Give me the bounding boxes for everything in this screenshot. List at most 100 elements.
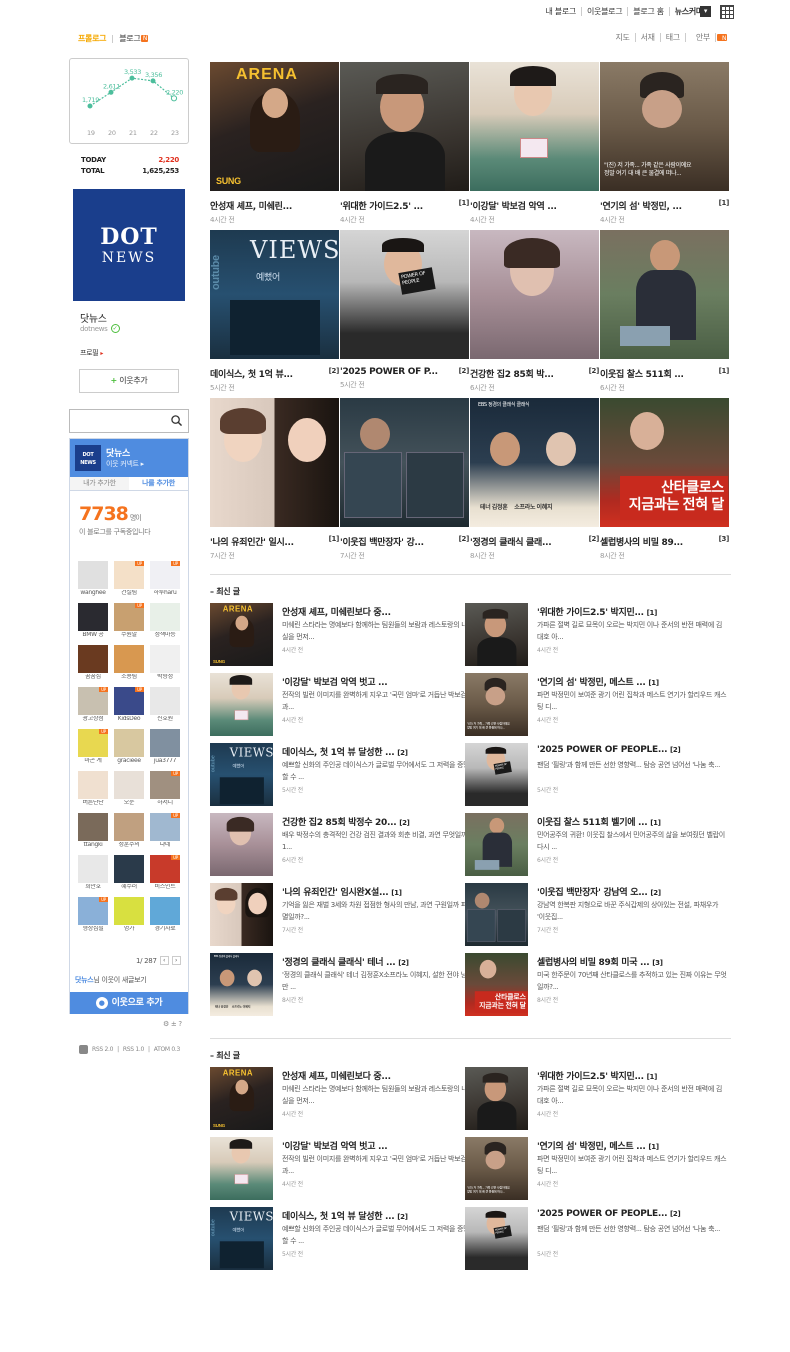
post-title[interactable]: 셀럽병사의 비밀 89... [3]	[600, 535, 729, 548]
post-thumbnail[interactable]: POWER OF PEOPLE	[465, 743, 528, 806]
post-thumbnail[interactable]	[465, 603, 528, 666]
neighbor-avatar[interactable]: 희만호	[78, 855, 108, 890]
post-thumbnail[interactable]: "(진) 저 가족... 가족 같은 사람이에요 정말 여기 대 배 큰 물결에 …	[600, 62, 729, 191]
post-thumbnail[interactable]: 산타클로스 지금과는 전혀 달	[600, 398, 729, 527]
list-post-item[interactable]: 산타클로스 지금과는 전혀 달 셀럽병사의 비밀 89회 미국 ... [3] 미국 …	[465, 953, 727, 1017]
post-thumbnail[interactable]: "(진) 저 가족... 가족 같은 사람이에요 정말 여기 대 배 큰 물결에 …	[465, 1137, 528, 1200]
list-post-item[interactable]: "(진) 저 가족... 가족 같은 사람이에요 정말 여기 대 배 큰 물결에 …	[465, 1137, 727, 1201]
list-post-item[interactable]: POWER OF PEOPLE '2025 POWER OF PEOPLE... …	[465, 1207, 727, 1271]
list-post-item[interactable]: "(진) 저 가족... 가족 같은 사람이에요 정말 여기 대 배 큰 물결에 …	[465, 673, 727, 737]
neighbor-avatar[interactable]: 성훈주의	[114, 813, 144, 848]
neighbor-avatar[interactable]: 명가	[114, 897, 144, 932]
search-input[interactable]	[69, 409, 189, 433]
post-title[interactable]: '연기의 섬' 박정민, 메스트 ... [1]	[537, 1139, 727, 1152]
add-as-neighbor-button[interactable]: ● 이웃으로 추가	[70, 992, 188, 1014]
neighbor-avatar[interactable]: UP 마곤 계	[78, 729, 108, 764]
prev-page-icon[interactable]: ‹	[159, 956, 169, 965]
post-thumbnail[interactable]	[470, 62, 599, 191]
nav-guestbook[interactable]: 안부 N	[686, 33, 732, 42]
post-title[interactable]: '이강달' 박보검 악역 ...	[470, 199, 599, 212]
rss2-link[interactable]: RSS 2.0	[92, 1046, 113, 1053]
post-title[interactable]: 건강한 집2 85회 박... [2]	[470, 367, 599, 380]
blog-home-link[interactable]: 블로그 홈	[628, 7, 670, 16]
post-title[interactable]: '2025 POWER OF P... [2]	[340, 367, 469, 377]
neighbor-avatar[interactable]: UP 비즈인트	[150, 855, 180, 890]
post-title[interactable]: 안성재 셰프, 미쉐린보다 중...	[282, 1069, 472, 1082]
post-thumbnail[interactable]	[340, 398, 469, 527]
post-title[interactable]: '이웃집 백만장자' 강... [2]	[340, 535, 469, 548]
grid-post-card[interactable]: '이강달' 박보검 악역 ... 4시간 전	[470, 62, 599, 225]
neighbor-invite[interactable]: 닷뉴스님 이웃이 새글보기	[75, 975, 147, 985]
post-title[interactable]: 안성재 셰프, 미쉐린...	[210, 199, 339, 212]
post-thumbnail[interactable]	[210, 813, 273, 876]
neighbor-avatar[interactable]: 정책마등	[150, 603, 180, 638]
list-post-item[interactable]: VIEWS outube 예뻤어 데이식스, 첫 1억 뷰 달성한 ... [2] 예쁘…	[210, 743, 472, 807]
list-post-item[interactable]: POWER OF PEOPLE '2025 POWER OF PEOPLE... …	[465, 743, 727, 807]
neighbor-avatar[interactable]: 꿈꿈집	[78, 645, 108, 680]
post-thumbnail[interactable]: "(진) 저 가족... 가족 같은 사람이에요 정말 여기 대 배 큰 물결에 …	[465, 673, 528, 736]
post-title[interactable]: '나의 유죄인간' 임시완X설... [1]	[282, 885, 472, 898]
post-title[interactable]: '이강달' 박보검 악역 벗고 ...	[282, 675, 472, 688]
post-thumbnail[interactable]	[340, 62, 469, 191]
nav-library[interactable]: 서재	[636, 33, 661, 42]
add-neighbor-button[interactable]: + 이웃추가	[79, 369, 179, 393]
neighbor-blog-link[interactable]: 이웃블로그	[582, 7, 629, 16]
neighbor-avatar[interactable]: UP 수원발	[114, 603, 144, 638]
neighbor-avatar[interactable]: UP 하서니	[150, 771, 180, 806]
neighbor-avatar[interactable]: ttangki	[78, 813, 108, 848]
list-post-item[interactable]: ARENA SUNG 안성재 셰프, 미쉐린보다 중... 미쉐린 스타라는 명예보…	[210, 1067, 472, 1131]
post-title[interactable]: '정경의 클래식 클래식' 테너 ... [2]	[282, 955, 472, 968]
post-thumbnail[interactable]	[465, 813, 528, 876]
grid-post-card[interactable]: "(진) 저 가족... 가족 같은 사람이에요 정말 여기 대 배 큰 물결에 …	[600, 62, 729, 225]
post-title[interactable]: '위대한 가이드2.5' 박지민... [1]	[537, 605, 727, 618]
post-title[interactable]: '연기의 섬' 박정민, ... [1]	[600, 199, 729, 212]
list-post-item[interactable]: '이강달' 박보검 악역 벗고 ... 전작의 빌런 이미지를 완벽하게 지우고…	[210, 673, 472, 737]
post-thumbnail[interactable]: 산타클로스 지금과는 전혀 달	[465, 953, 528, 1016]
post-title[interactable]: 데이식스, 첫 1억 뷰... [2]	[210, 367, 339, 380]
neighbor-avatar[interactable]: 오운	[114, 771, 144, 806]
post-thumbnail[interactable]	[210, 398, 339, 527]
list-post-item[interactable]: 이웃집 찰스 511회 벨기에 ... [1] 민어공주의 귀환! 이웃집 찰스에…	[465, 813, 727, 877]
grid-post-card[interactable]: VIEWS outube 예뻤어 데이식스, 첫 1억 뷰... [2] 5시간 전	[210, 230, 339, 393]
post-thumbnail[interactable]: POWER OF PEOPLE	[465, 1207, 528, 1270]
post-thumbnail[interactable]	[210, 673, 273, 736]
post-thumbnail[interactable]: ARENA SUNG	[210, 603, 273, 666]
grid-post-card[interactable]: POWER OF PEOPLE '2025 POWER OF P... [2] 5시간…	[340, 230, 469, 390]
post-thumbnail[interactable]	[465, 1067, 528, 1130]
post-thumbnail[interactable]: EBS 정경의 클래식 클래식 테너 김정훈 소프라노 이혜지	[210, 953, 273, 1016]
list-post-item[interactable]: '위대한 가이드2.5' 박지민... [1] 가파른 절벽 길로 묘목이 오르는…	[465, 603, 727, 667]
post-title[interactable]: '2025 POWER OF PEOPLE... [2]	[537, 745, 727, 755]
tab-blog[interactable]: 블로그 N	[119, 33, 149, 44]
post-title[interactable]: '2025 POWER OF PEOPLE... [2]	[537, 1209, 727, 1219]
profile-logo[interactable]: DOT NEWS	[73, 189, 185, 301]
neighbor-avatar[interactable]: BMW 공	[78, 603, 108, 638]
nav-map[interactable]: 지도	[611, 33, 636, 42]
grid-post-card[interactable]: '나의 유죄인간' 일시... [1] 7시간 전	[210, 398, 339, 561]
neighbor-avatar[interactable]: 신호원	[150, 687, 180, 722]
grid-post-card[interactable]: '위대한 가이드2.5' ... [1] 4시간 전	[340, 62, 469, 225]
neighbor-avatar[interactable]: 경기자료	[150, 897, 180, 932]
post-thumbnail[interactable]: POWER OF PEOPLE	[340, 230, 469, 359]
grid-post-card[interactable]: ARENA SUNG 안성재 셰프, 미쉐린... 4시간 전	[210, 62, 339, 225]
rss1-link[interactable]: RSS 1.0	[123, 1046, 144, 1053]
post-title[interactable]: 건강한 집2 85회 박정수 20... [2]	[282, 815, 472, 828]
post-title[interactable]: '이웃집 백만장자' 강남역 오... [2]	[537, 885, 727, 898]
my-blog-link[interactable]: 내 블로그	[540, 7, 582, 16]
list-post-item[interactable]: '이웃집 백만장자' 강남역 오... [2] 강남역 한복판 지형으로 바꾼 주…	[465, 883, 727, 947]
neighbor-avatar[interactable]: 버튼단단	[78, 771, 108, 806]
grid-post-card[interactable]: EBS 정경의 클래식 클래식 테너 김정훈 소프라노 이혜지 '정경의 클래식 클…	[470, 398, 599, 561]
apps-grid-icon[interactable]	[720, 5, 734, 19]
list-post-item[interactable]: EBS 정경의 클래식 클래식 테너 김정훈 소프라노 이혜지 '정경의 클래식 클…	[210, 953, 472, 1017]
list-post-item[interactable]: ARENA SUNG 안성재 셰프, 미쉐린보다 중... 미쉐린 스타라는 명예보…	[210, 603, 472, 667]
post-title[interactable]: '위대한 가이드2.5' 박지민... [1]	[537, 1069, 727, 1082]
tab-prologue[interactable]: 프롤로그	[78, 33, 107, 44]
neighbor-avatar[interactable]: UP 건설팀	[114, 561, 144, 596]
post-title[interactable]: 데이식스, 첫 1억 뷰 달성한 ... [2]	[282, 745, 472, 758]
post-title[interactable]: '정경의 클래식 클래... [2]	[470, 535, 599, 548]
neighbor-avatar[interactable]: UP 형상집필	[78, 897, 108, 932]
post-title[interactable]: 데이식스, 첫 1억 뷰 달성한 ... [2]	[282, 1209, 472, 1222]
grid-post-card[interactable]: 건강한 집2 85회 박... [2] 6시간 전	[470, 230, 599, 393]
post-thumbnail[interactable]: VIEWS outube 예뻤어	[210, 1207, 273, 1270]
post-title[interactable]: '위대한 가이드2.5' ... [1]	[340, 199, 469, 212]
neighbor-avatar[interactable]: gracieee	[114, 729, 144, 764]
